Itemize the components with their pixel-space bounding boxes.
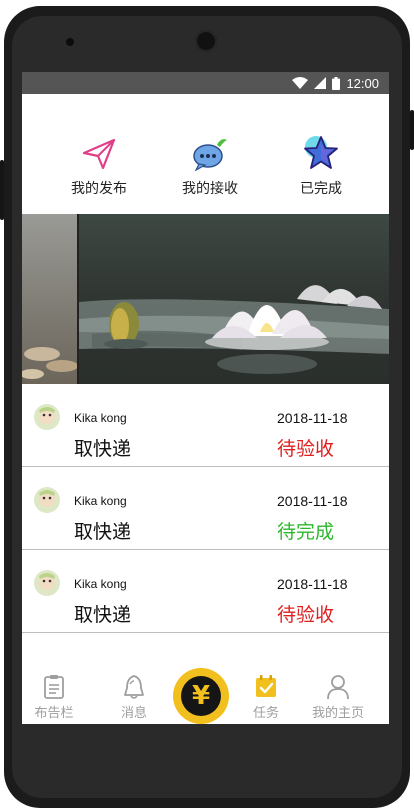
tab-label: 布告栏 (34, 706, 74, 721)
tab-tasks[interactable]: 任务 (236, 674, 296, 721)
task-title: 取快递 (74, 438, 132, 460)
clipboard-icon (44, 675, 64, 699)
user-name: Kika kong (74, 577, 127, 591)
tab-messages[interactable]: 消息 (104, 674, 164, 721)
user-name: Kika kong (74, 494, 127, 508)
lotus-banner-image (22, 214, 389, 384)
avatar (34, 570, 60, 596)
bell-icon (124, 675, 144, 699)
chat-bubble-icon (190, 134, 230, 174)
task-status: 待验收 (277, 438, 335, 460)
nav-my-received[interactable]: 我的接收 (155, 134, 265, 198)
tab-label: 任务 (252, 706, 279, 721)
power-button (410, 110, 414, 150)
task-title: 取快递 (74, 604, 132, 626)
earpiece-speaker (195, 30, 217, 52)
task-row[interactable]: Kika kong 2018-11-18 取快递 待完成 (22, 467, 389, 550)
nav-completed[interactable]: 已完成 (266, 134, 376, 198)
nav-label: 已完成 (300, 181, 342, 197)
avatar (34, 487, 60, 513)
task-status: 待验收 (277, 604, 335, 626)
task-date: 2018-11-18 (277, 576, 348, 592)
nav-my-published[interactable]: 我的发布 (44, 134, 154, 198)
signal-icon (314, 77, 327, 89)
top-nav: 我的发布 我的接收 已完成 (22, 94, 389, 214)
calendar-check-icon (256, 675, 276, 697)
tab-label: 消息 (120, 706, 147, 721)
status-bar: 12:00 (22, 72, 389, 94)
task-status: 待完成 (277, 521, 335, 543)
paper-plane-icon (79, 134, 119, 174)
task-list: Kika kong 2018-11-18 取快递 待验收 Kika kong 2… (22, 384, 389, 633)
yuan-icon: ¥ (181, 676, 221, 716)
battery-icon (332, 76, 341, 90)
user-name: Kika kong (74, 411, 127, 425)
volume-button (0, 160, 4, 220)
nav-label: 我的接收 (182, 181, 238, 197)
wifi-icon (292, 77, 309, 89)
app-screen: 12:00 我的发布 我的接收 已完成 Kika kong 2018-11-18… (22, 72, 389, 724)
task-date: 2018-11-18 (277, 493, 348, 509)
task-row[interactable]: Kika kong 2018-11-18 取快递 待验收 (22, 384, 389, 467)
status-time: 12:00 (346, 75, 379, 91)
phone-frame: 12:00 我的发布 我的接收 已完成 Kika kong 2018-11-18… (0, 0, 414, 812)
nav-label: 我的发布 (71, 181, 127, 197)
tab-my-home[interactable]: 我的主页 (308, 674, 368, 721)
star-icon (301, 134, 341, 174)
task-row[interactable]: Kika kong 2018-11-18 取快递 待验收 (22, 550, 389, 633)
task-title: 取快递 (74, 521, 132, 543)
user-icon (327, 675, 349, 700)
avatar (34, 404, 60, 430)
center-yuan-button[interactable]: ¥ (173, 668, 229, 724)
bottom-nav: 布告栏 消息 ¥ 任务 我的主页 (22, 668, 389, 724)
task-date: 2018-11-18 (277, 410, 348, 426)
banner-carousel[interactable] (22, 214, 389, 384)
front-camera (66, 38, 74, 46)
tab-label: 我的主页 (311, 706, 364, 721)
tab-bulletin[interactable]: 布告栏 (24, 674, 84, 721)
